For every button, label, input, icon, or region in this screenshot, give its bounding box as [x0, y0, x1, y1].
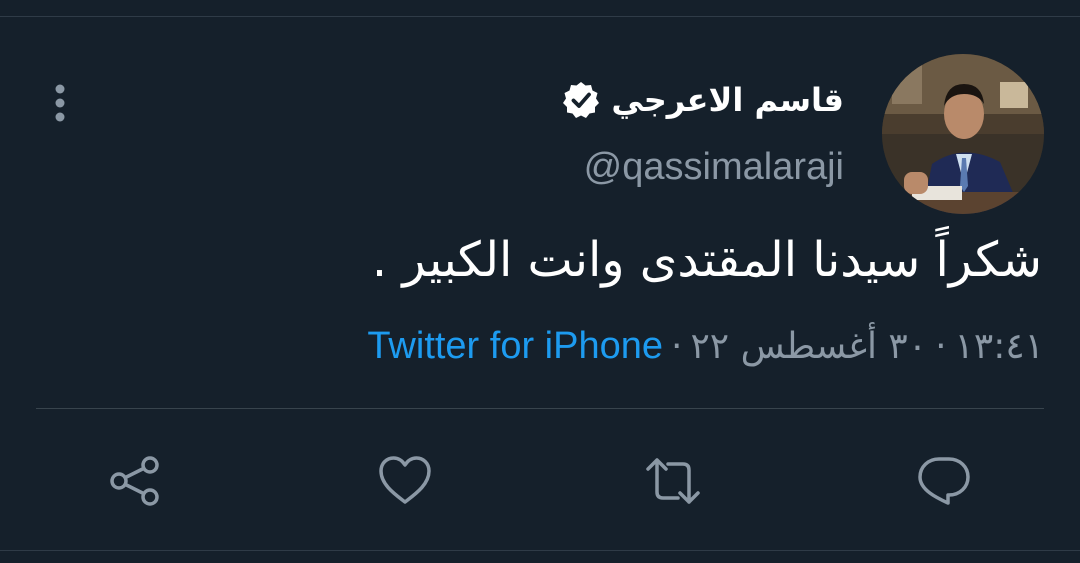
- tweet-date: ٣٠ أغسطس ٢٢: [690, 325, 928, 367]
- display-name-row: قاسم الاعرجي: [561, 76, 844, 124]
- tweet-time: ١٣:٤١: [954, 325, 1044, 367]
- verified-badge-icon: [561, 80, 601, 120]
- avatar[interactable]: [882, 54, 1044, 214]
- more-vertical-icon[interactable]: [48, 82, 72, 124]
- retweet-icon: [646, 458, 700, 504]
- retweet-button[interactable]: [643, 450, 703, 512]
- meta-separator: ·: [671, 325, 683, 367]
- tweet-source-link[interactable]: Twitter for iPhone: [367, 325, 663, 368]
- share-button[interactable]: [105, 450, 165, 512]
- display-name[interactable]: قاسم الاعرجي: [611, 81, 844, 119]
- meta-separator: ·: [935, 325, 947, 367]
- reply-icon: [918, 457, 970, 505]
- bottom-divider: [0, 550, 1080, 551]
- heart-icon: [379, 456, 431, 504]
- actions-divider: [36, 408, 1044, 409]
- tweet-meta: ١٣:٤١ · ٣٠ أغسطس ٢٢ · Twitter for iPhone: [367, 318, 1044, 374]
- top-divider: [0, 16, 1080, 17]
- reply-button[interactable]: [914, 450, 974, 512]
- share-icon: [110, 456, 159, 506]
- tweet-text: شكراً سيدنا المقتدى وانت الكبير .: [371, 232, 1042, 288]
- user-handle[interactable]: @qassimalaraji: [584, 146, 844, 189]
- like-button[interactable]: [375, 450, 435, 512]
